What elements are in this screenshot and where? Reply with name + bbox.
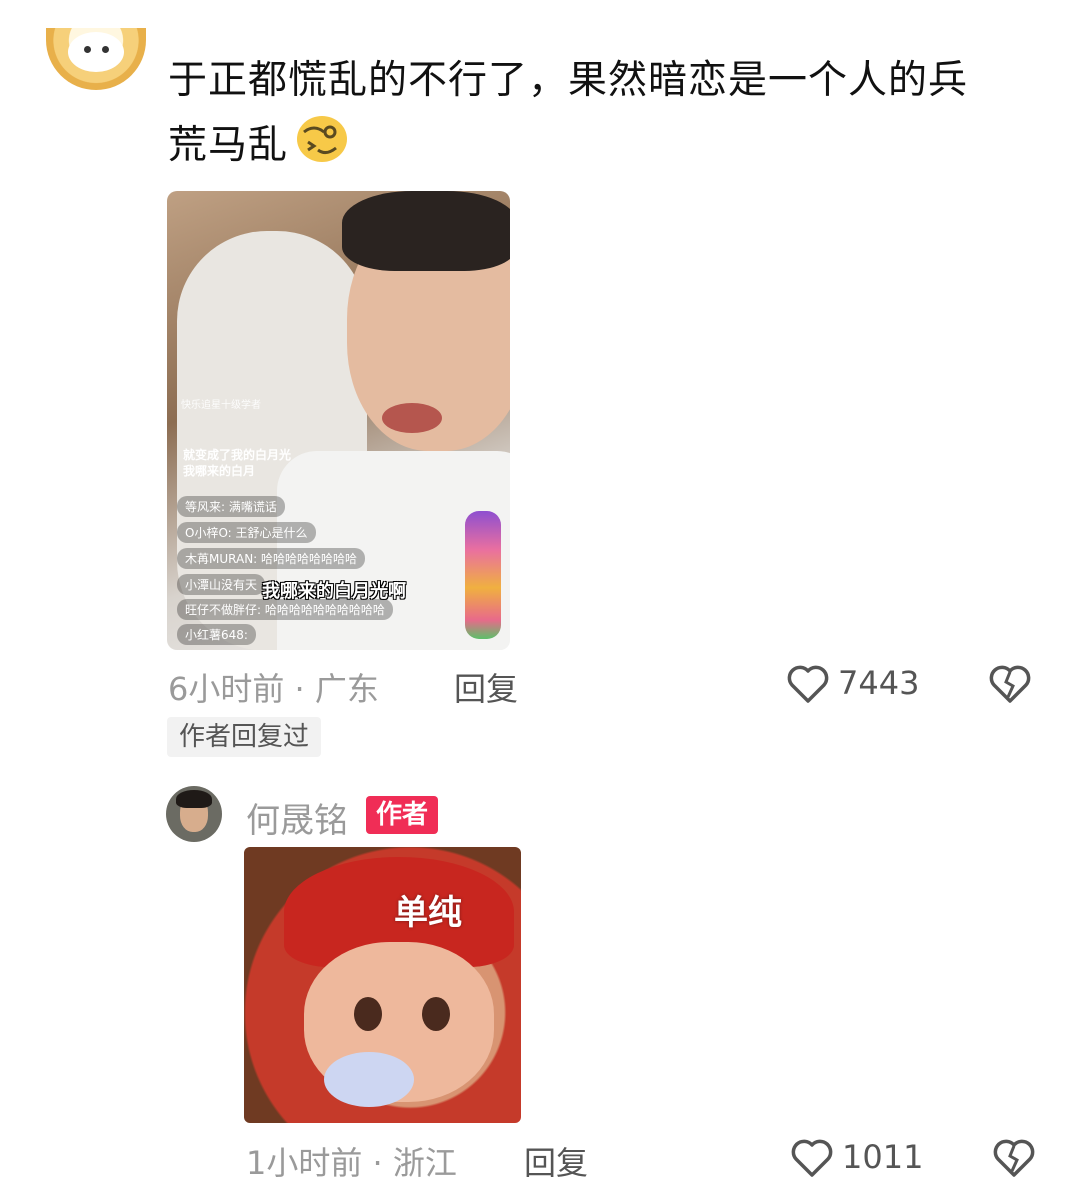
- author-replied-tag[interactable]: 作者回复过: [167, 717, 322, 757]
- video-watermark: 快乐追星十级学者: [181, 400, 261, 411]
- reply-sticker-image[interactable]: 单纯: [244, 847, 521, 1123]
- author-badge: 作者: [366, 796, 439, 834]
- live-chat-message: 小潭山没有天: [177, 574, 266, 595]
- person-mouth: [382, 403, 442, 433]
- reply-button[interactable]: 回复: [454, 664, 518, 710]
- video-caption: 就变成了我的白月光 我哪来的白月: [183, 447, 291, 479]
- live-chat-message: 等风来: 满嘴谎话: [177, 496, 285, 517]
- commenter-avatar[interactable]: [46, 28, 146, 90]
- avatar-eye: [102, 46, 109, 53]
- author-avatar[interactable]: [166, 786, 222, 842]
- reply-username[interactable]: 何晟铭: [246, 793, 348, 842]
- live-chat-message: O小梓O: 王舒心是什么: [177, 522, 316, 543]
- comment-video-thumbnail[interactable]: 快乐追星十级学者 就变成了我的白月光 我哪来的白月 等风来: 满嘴谎话 O小梓O…: [167, 191, 510, 650]
- reply-reply-button[interactable]: 回复: [524, 1138, 588, 1184]
- comment-time-location: 6小时前 · 广东: [168, 670, 379, 708]
- comment-line-2: 荒马乱: [168, 112, 1028, 183]
- sticker-eye: [354, 997, 382, 1031]
- dislike-broken-heart-icon[interactable]: [988, 664, 1032, 704]
- reply-time-location: 1小时前 · 浙江: [246, 1144, 457, 1182]
- sticker-eye: [422, 997, 450, 1031]
- sticker-text: 单纯: [394, 893, 462, 933]
- caption-line-2: 我哪来的白月: [183, 464, 256, 478]
- comment-line-1: 于正都慌乱的不行了，果然暗恋是一个人的兵: [168, 58, 969, 103]
- reply-like-count: 1011: [842, 1138, 924, 1176]
- caption-line-1: 就变成了我的白月光: [183, 448, 292, 462]
- cat-face: [68, 32, 124, 72]
- like-heart-icon[interactable]: [786, 664, 830, 704]
- live-chat-message: 木苒MURAN: 哈哈哈哈哈哈哈哈: [177, 548, 366, 569]
- live-chat-message: 小红薯648:: [177, 624, 256, 645]
- avatar-eye: [84, 46, 91, 53]
- person-hair: [342, 191, 510, 271]
- avatar-hair: [176, 790, 212, 808]
- sticker-pacifier: [324, 1052, 414, 1107]
- reply-like-heart-icon[interactable]: [790, 1138, 834, 1178]
- reply-dislike-broken-heart-icon[interactable]: [992, 1138, 1036, 1178]
- like-count: 7443: [838, 664, 920, 702]
- dizzy-face-emoji-icon: [294, 112, 350, 183]
- comment-line-2-text: 荒马乱: [168, 123, 289, 168]
- video-subtitle: 我哪来的白月光啊: [262, 581, 406, 602]
- comment-text: 于正都慌乱的不行了，果然暗恋是一个人的兵 荒马乱: [168, 50, 1028, 183]
- gift-stickers: [465, 511, 501, 639]
